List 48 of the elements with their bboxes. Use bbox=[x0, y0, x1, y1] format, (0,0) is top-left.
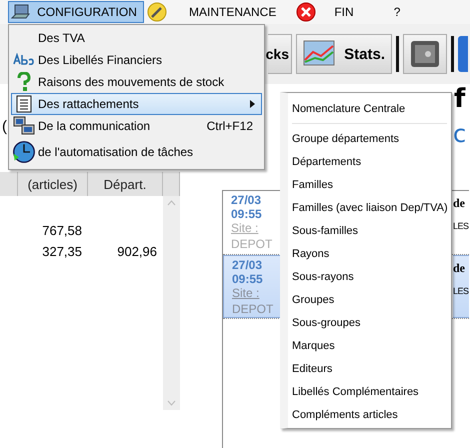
submenu-item[interactable]: Groupes bbox=[288, 288, 451, 311]
menu-item[interactable]: Des Libellés Financiers bbox=[11, 49, 262, 71]
partial-label: ( bbox=[2, 118, 7, 135]
submenu-item[interactable]: Rayons bbox=[288, 242, 451, 265]
submenu-item[interactable]: Sous-groupes bbox=[288, 311, 451, 334]
menu-bar-item[interactable]: ? bbox=[380, 1, 406, 23]
table-cell-text: 767,58 bbox=[41, 223, 83, 238]
card-time: 09:55 bbox=[232, 272, 264, 286]
logo: f bbox=[454, 84, 466, 114]
menu-bar-item[interactable]: MAINTENANCE bbox=[144, 1, 294, 23]
card-subtitle: LES bbox=[453, 286, 469, 296]
submenu-item[interactable]: Sous-rayons bbox=[288, 265, 451, 288]
menu-item[interactable]: de l'automatisation de tâches bbox=[11, 137, 262, 167]
menu-bar-item[interactable]: CONFIGURATION bbox=[8, 1, 144, 23]
list-card[interactable]: de LES bbox=[453, 191, 469, 254]
list-card[interactable]: 27/03 09:55 Site : DEPOT bbox=[223, 191, 281, 254]
depot-label: DEPOT bbox=[232, 302, 274, 317]
menu-item[interactable]: De la communication Ctrl+F12 bbox=[11, 115, 262, 137]
menu-bar-item[interactable]: FIN bbox=[293, 1, 381, 23]
list-card[interactable]: de LES bbox=[453, 255, 469, 318]
menu-item[interactable]: Des TVA bbox=[11, 27, 262, 49]
card-subtitle: LES bbox=[453, 221, 469, 231]
card-title: de bbox=[453, 261, 466, 276]
submenu-item[interactable]: Compléments articles bbox=[288, 403, 451, 426]
depot-label: DEPOT bbox=[231, 237, 274, 252]
card-date: 27/03 bbox=[231, 193, 262, 207]
card-title: de bbox=[453, 196, 466, 211]
menu-item[interactable]: Raisons des mouvements de stock bbox=[11, 71, 262, 93]
submenu-item[interactable]: Familles (avec liaison Dep/TVA) bbox=[288, 196, 451, 219]
section-heading: c bbox=[453, 120, 466, 148]
toolbar-button[interactable]: Stats. bbox=[296, 34, 392, 74]
column-header[interactable]: (articles) bbox=[18, 172, 88, 196]
toolbar-button[interactable]: cks bbox=[268, 34, 292, 74]
submenu-item[interactable]: Familles bbox=[288, 173, 451, 196]
submenu-item[interactable]: Nomenclature Centrale bbox=[288, 97, 451, 120]
shortcut-label: Ctrl+F12 bbox=[206, 119, 254, 133]
menu-item[interactable]: Des rattachements bbox=[11, 93, 262, 115]
submenu-item[interactable]: Groupe départements bbox=[288, 127, 451, 150]
submenu-item[interactable]: Marques bbox=[288, 334, 451, 357]
submenu-item[interactable]: Sous-familles bbox=[288, 219, 451, 242]
card-date: 27/03 bbox=[232, 258, 264, 272]
column-header[interactable]: Départ. bbox=[88, 172, 163, 196]
table-cell-text: 327,35 bbox=[41, 244, 83, 259]
card-time: 09:55 bbox=[231, 207, 263, 221]
submenu-item[interactable]: Libellés Complémentaires bbox=[288, 380, 451, 403]
table-cell-text: 902,96 bbox=[116, 244, 158, 259]
submenu-item[interactable]: Départements bbox=[288, 150, 451, 173]
submenu-item[interactable]: Editeurs bbox=[288, 357, 451, 380]
